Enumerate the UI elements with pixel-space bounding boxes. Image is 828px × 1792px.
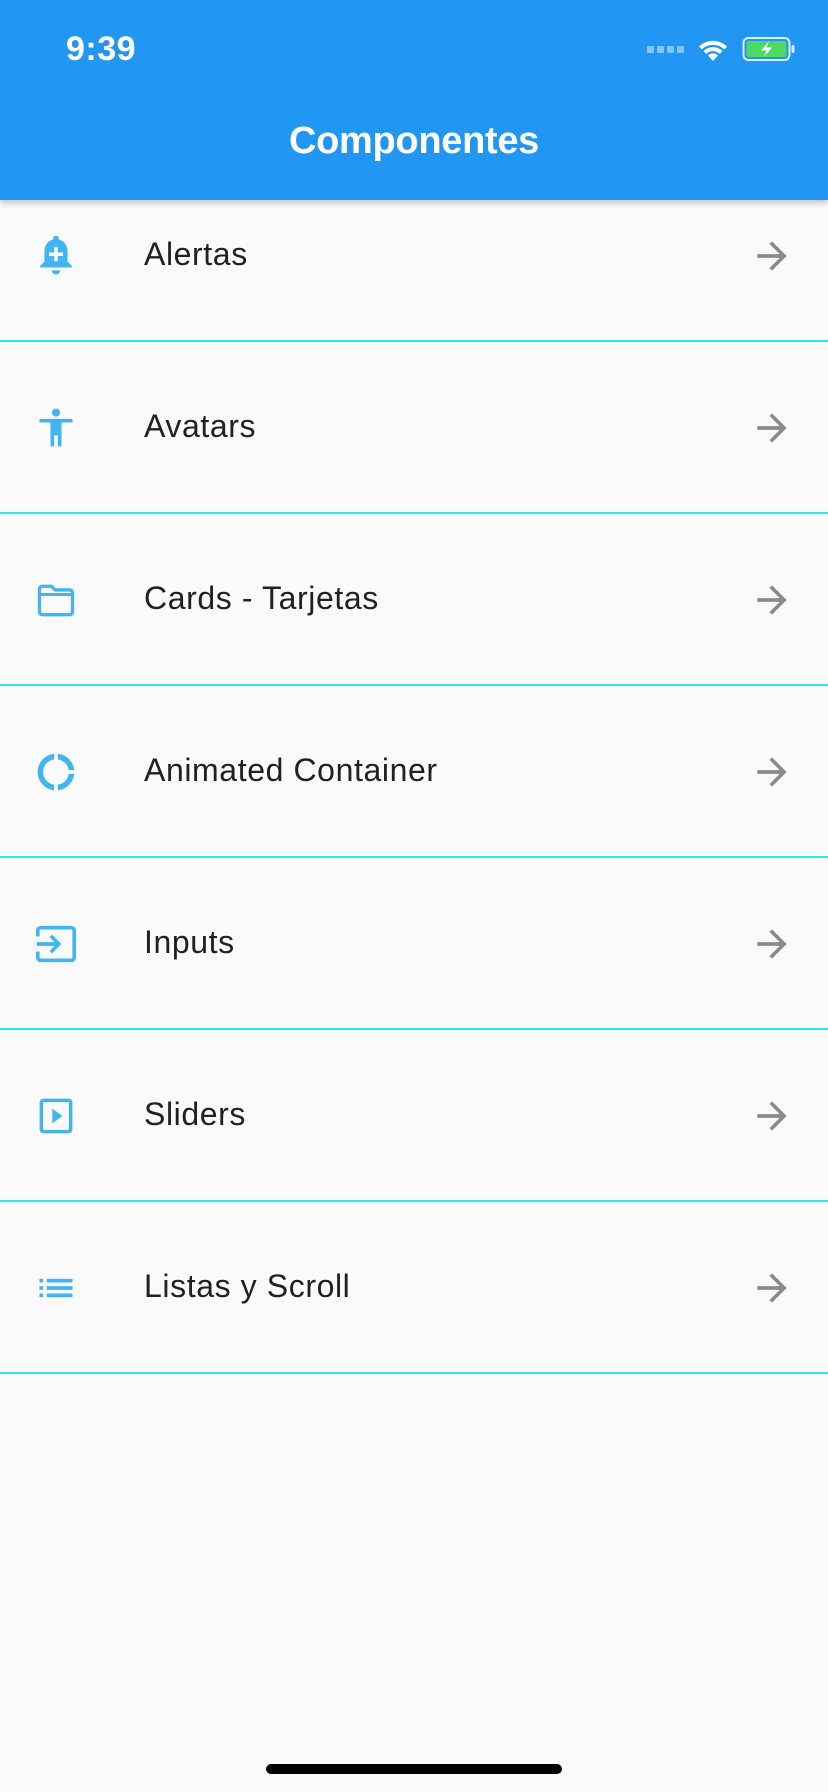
input-icon [32, 920, 80, 968]
home-indicator[interactable] [266, 1764, 562, 1774]
list-item-label: Listas y Scroll [144, 1268, 351, 1304]
add-alert-icon [32, 232, 80, 280]
list-item-label: Avatars [144, 408, 257, 444]
list-item-avatars[interactable]: Avatars [0, 342, 828, 514]
list-item-animated-container[interactable]: Animated Container [0, 686, 828, 858]
components-list: Alertas Avatars Cards - Tarjetas Animate… [0, 200, 828, 1374]
slideshow-icon [32, 1092, 80, 1140]
arrow-forward-icon [757, 413, 787, 443]
battery-charging-icon [742, 37, 795, 61]
list-item-sliders[interactable]: Sliders [0, 1030, 828, 1202]
accessibility-icon [32, 404, 80, 452]
arrow-forward-icon [757, 757, 787, 787]
list-icon [32, 1264, 80, 1312]
list-item-alertas[interactable]: Alertas [0, 200, 828, 342]
arrow-forward-icon [757, 241, 787, 271]
list-item-label: Sliders [144, 1096, 247, 1132]
status-time: 9:39 [66, 30, 137, 68]
arrow-forward-icon [757, 1273, 787, 1303]
screen: 9:39 Componentes Alertas Avatars Cards -… [0, 0, 828, 1792]
arrow-forward-icon [757, 929, 787, 959]
folder-icon [32, 576, 80, 624]
list-item-label: Cards - Tarjetas [144, 580, 379, 616]
cellular-signal-icon [647, 45, 684, 53]
list-item-label: Animated Container [144, 752, 438, 788]
page-title: Componentes [288, 120, 540, 162]
arrow-forward-icon [757, 1101, 787, 1131]
donut-large-icon [32, 748, 80, 796]
arrow-forward-icon [757, 585, 787, 615]
list-item-cards-tarjetas[interactable]: Cards - Tarjetas [0, 514, 828, 686]
wifi-icon [699, 40, 727, 61]
list-item-label: Inputs [144, 924, 235, 960]
list-item-label: Alertas [144, 236, 248, 272]
status-icons [647, 34, 796, 64]
list-item-listas-y-scroll[interactable]: Listas y Scroll [0, 1202, 828, 1374]
list-item-inputs[interactable]: Inputs [0, 858, 828, 1030]
app-bar: 9:39 Componentes [0, 0, 828, 200]
